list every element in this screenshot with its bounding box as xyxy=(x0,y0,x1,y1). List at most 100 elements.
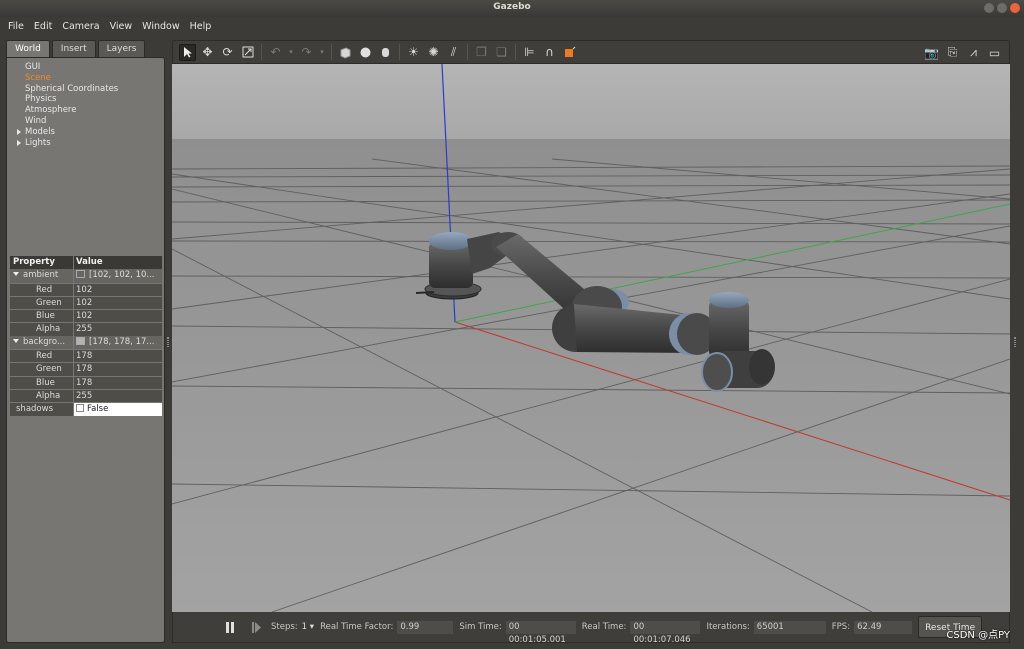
ground-plane xyxy=(172,139,1010,612)
property-value[interactable]: 255 xyxy=(73,389,162,403)
menu-view[interactable]: View xyxy=(110,21,133,32)
scene-viewport[interactable] xyxy=(172,64,1010,612)
cylinder-shape-button[interactable] xyxy=(377,44,394,61)
collapse-arrow-icon[interactable] xyxy=(13,338,19,343)
plot-button[interactable]: ⩘ xyxy=(965,44,982,61)
sky xyxy=(172,64,1010,139)
tab-insert[interactable]: Insert xyxy=(51,40,96,57)
scale-icon xyxy=(242,46,253,58)
real-time-factor-field: 0.99 xyxy=(397,620,454,634)
tab-layers[interactable]: Layers xyxy=(97,40,146,57)
rotate-mode-button[interactable]: ⟳ xyxy=(219,44,236,61)
tree-item-gui[interactable]: GUI xyxy=(17,62,118,73)
property-row-background-red: Red 178 xyxy=(10,349,162,363)
spot-light-button[interactable]: ✺ xyxy=(425,44,442,61)
menu-edit[interactable]: Edit xyxy=(34,21,52,32)
directional-light-button[interactable]: ⫽ xyxy=(445,44,462,61)
property-summary: [102, 102, 10... xyxy=(89,270,155,281)
shadows-checkbox[interactable] xyxy=(76,404,84,413)
property-group-ambient[interactable]: ambient [102, 102, 10... xyxy=(10,269,162,283)
scene-toolbar: ✥ ⟳ ↶ ▾ ↷ ▾ ☀ ✺ ⫽ ❐ ❏ ⊫ ∩ 📷 ⎘ ⩘ ▭ xyxy=(172,40,1010,64)
property-name: Alpha xyxy=(36,390,61,401)
tree-item-models[interactable]: Models xyxy=(17,127,118,138)
property-value: [178, 178, 17... xyxy=(73,335,162,350)
log-button[interactable]: ⎘ xyxy=(944,44,961,61)
toolbar-separator xyxy=(331,44,332,60)
close-button[interactable] xyxy=(1010,3,1020,13)
world-panel: GUI Scene Spherical Coordinates Physics … xyxy=(6,57,165,643)
snap-button[interactable]: ∩ xyxy=(541,44,558,61)
property-row-ambient-green: Green 102 xyxy=(10,295,162,310)
tab-world[interactable]: World xyxy=(6,40,50,58)
property-group-background[interactable]: backgro... [178, 178, 17... xyxy=(10,335,162,350)
property-table-header: Property Value xyxy=(10,256,162,270)
tree-item-label: GUI xyxy=(25,62,41,72)
property-name: ambient xyxy=(10,269,73,282)
iterations-label: Iterations: xyxy=(706,622,750,632)
menu-file[interactable]: File xyxy=(8,21,24,32)
tree-item-lights[interactable]: Lights xyxy=(17,138,118,149)
step-button[interactable] xyxy=(248,619,265,636)
expand-arrow-icon[interactable] xyxy=(17,139,21,146)
collapse-arrow-icon[interactable] xyxy=(13,272,19,277)
toolbar-right-group: 📷 ⎘ ⩘ ▭ xyxy=(923,44,1003,61)
color-swatch-icon[interactable] xyxy=(76,270,85,279)
property-value[interactable]: 102 xyxy=(73,296,162,310)
sim-time-field: 00 00:01:05.001 xyxy=(505,620,576,645)
redo-icon: ↷ xyxy=(301,45,312,59)
tree-item-spherical-coordinates[interactable]: Spherical Coordinates xyxy=(17,84,118,95)
redo-button[interactable]: ↷ xyxy=(298,44,315,61)
property-value[interactable]: 102 xyxy=(73,283,162,296)
menu-camera[interactable]: Camera xyxy=(62,21,99,32)
right-splitter-handle[interactable] xyxy=(1014,337,1016,347)
video-record-button[interactable]: ▭ xyxy=(986,44,1003,61)
cylinder-icon xyxy=(382,47,389,57)
gazebo-window: Gazebo File Edit Camera View Window Help… xyxy=(0,0,1024,649)
expand-arrow-icon[interactable] xyxy=(17,128,21,135)
scene-render xyxy=(172,64,1010,612)
property-row-ambient-red: Red 102 xyxy=(10,282,162,296)
video-camera-icon: ▭ xyxy=(988,45,1001,60)
translate-mode-button[interactable]: ✥ xyxy=(199,44,216,61)
property-name: backgro... xyxy=(10,336,73,349)
copy-button[interactable]: ❐ xyxy=(473,44,490,61)
tree-item-label: Spherical Coordinates xyxy=(25,83,119,94)
tree-item-label: Physics xyxy=(25,94,57,105)
sphere-shape-button[interactable] xyxy=(357,44,374,61)
property-value: [102, 102, 10... xyxy=(73,269,162,283)
toolbar-separator xyxy=(467,44,468,60)
color-swatch-icon[interactable] xyxy=(76,336,85,345)
tree-item-label: Scene xyxy=(25,72,51,83)
box-shape-button[interactable] xyxy=(337,44,354,61)
select-mode-button[interactable] xyxy=(179,43,196,61)
maximize-button[interactable] xyxy=(997,3,1007,13)
steps-spinbox[interactable]: 1 ▾ xyxy=(302,622,314,632)
tree-item-scene[interactable]: Scene xyxy=(17,73,118,84)
tree-item-physics[interactable]: Physics xyxy=(17,94,118,105)
pause-button[interactable] xyxy=(221,619,238,636)
undo-button[interactable]: ↶ xyxy=(267,44,284,61)
status-bar: Steps: 1 ▾ Real Time Factor: 0.99 Sim Ti… xyxy=(172,612,1010,645)
scale-mode-button[interactable] xyxy=(239,44,256,61)
tree-item-wind[interactable]: Wind xyxy=(17,116,118,127)
property-value[interactable]: 178 xyxy=(73,363,162,376)
sphere-icon xyxy=(360,47,371,57)
left-splitter-handle[interactable] xyxy=(167,337,169,347)
change-view-button[interactable] xyxy=(561,44,578,61)
property-value[interactable]: 102 xyxy=(73,310,162,323)
screenshot-button[interactable]: 📷 xyxy=(923,44,940,61)
menu-help[interactable]: Help xyxy=(190,21,212,32)
paste-button[interactable]: ❏ xyxy=(493,44,510,61)
copy-icon: ❐ xyxy=(476,45,487,59)
menu-window[interactable]: Window xyxy=(142,21,179,32)
property-value[interactable]: 178 xyxy=(73,350,162,363)
point-light-button[interactable]: ☀ xyxy=(405,44,422,61)
align-button[interactable]: ⊫ xyxy=(521,44,538,61)
tree-item-label: Atmosphere xyxy=(25,105,77,116)
redo-dropdown-button[interactable]: ▾ xyxy=(318,44,326,61)
undo-dropdown-button[interactable]: ▾ xyxy=(287,44,295,61)
minimize-button[interactable] xyxy=(984,3,994,13)
tree-item-atmosphere[interactable]: Atmosphere xyxy=(17,105,118,116)
property-value[interactable]: 178 xyxy=(73,376,162,389)
property-value[interactable]: 255 xyxy=(73,323,162,336)
